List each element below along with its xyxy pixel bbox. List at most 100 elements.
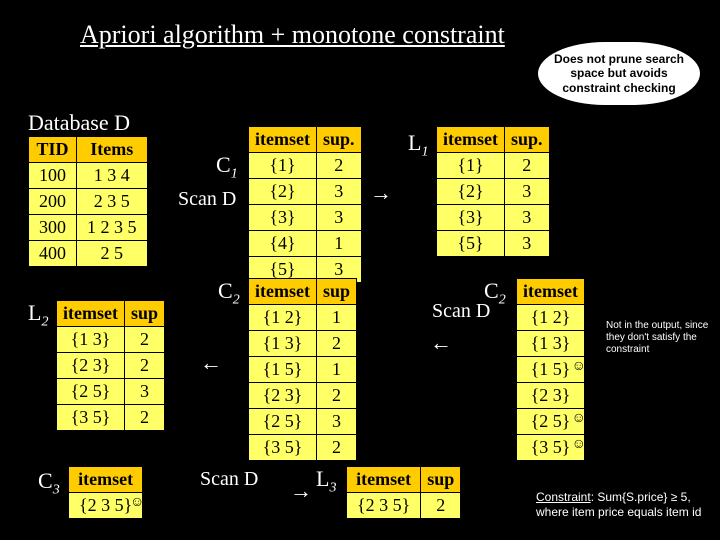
label-scand-1: Scan D <box>178 188 236 211</box>
table-cell: {1 2} <box>249 305 317 331</box>
table-row: {1 5}1 <box>249 357 357 383</box>
arrow-icon: ← <box>200 350 222 376</box>
table-cell: {1 5} <box>517 357 585 383</box>
table-cell: {3 5} <box>517 435 585 461</box>
table-c1: itemsetsup.{1}2{2}3{3}3{4}1{5}3 <box>248 126 362 283</box>
table-cell: {2} <box>437 179 505 205</box>
table-cell: {2} <box>249 179 317 205</box>
label-c1: C1 <box>216 152 238 182</box>
table-cell: 3 <box>504 205 549 231</box>
table-cell: {2 3 5} <box>69 493 143 519</box>
table-row: {2 3 5} <box>69 493 143 519</box>
label-l1: L1 <box>408 130 428 160</box>
database-label: Database D <box>28 110 130 136</box>
table-cell: {1 5} <box>249 357 317 383</box>
table-row: {1 3}2 <box>249 331 357 357</box>
table-cell: 3 <box>316 179 361 205</box>
table-cell: 3 <box>504 179 549 205</box>
table-cell: 2 <box>316 153 361 179</box>
table-cell: 3 <box>124 379 164 405</box>
label-c3: C3 <box>38 468 60 498</box>
constraint-text: Constraint: Sum{S.price} ≥ 5, where item… <box>536 490 716 520</box>
table-row: {1 2}1 <box>249 305 357 331</box>
page-title: Apriori algorithm + monotone constraint <box>80 20 505 50</box>
table-cell: 400 <box>29 241 77 267</box>
table-cell: {3 5} <box>57 405 125 431</box>
table-cell: {1} <box>249 153 317 179</box>
table-row: {3 5} <box>517 435 585 461</box>
table-cell: 200 <box>29 189 77 215</box>
table-row: 2002 3 5 <box>29 189 148 215</box>
table-row: {3 5}2 <box>249 435 357 461</box>
table-row: {4}1 <box>249 231 362 257</box>
table-cell: {2 3} <box>517 383 585 409</box>
table-cell: 2 <box>124 405 164 431</box>
table-cell: 2 <box>124 327 164 353</box>
table-cell: {3 5} <box>249 435 317 461</box>
col-header: itemset <box>69 467 143 493</box>
table-row: {2 5}3 <box>57 379 165 405</box>
col-header: itemset <box>57 301 125 327</box>
table-row: {5}3 <box>437 231 550 257</box>
table-cell: 2 5 <box>77 241 148 267</box>
table-cell: 1 3 4 <box>77 163 148 189</box>
table-cell: 1 <box>316 231 361 257</box>
table-cell: 2 <box>124 353 164 379</box>
table-l1: itemsetsup.{1}2{2}3{3}3{5}3 <box>436 126 550 257</box>
table-cell: 1 2 3 5 <box>77 215 148 241</box>
table-row: {3 5}2 <box>57 405 165 431</box>
table-cell: {5} <box>437 231 505 257</box>
table-cell: {2 5} <box>517 409 585 435</box>
table-row: {3}3 <box>249 205 362 231</box>
table-row: {2 3}2 <box>249 383 357 409</box>
col-header: itemset <box>347 467 421 493</box>
table-row: {2 3} <box>517 383 585 409</box>
label-scand-3: Scan D <box>200 468 258 491</box>
table-cell: {2 5} <box>57 379 125 405</box>
col-header: sup. <box>504 127 549 153</box>
table-row: {2 3}2 <box>57 353 165 379</box>
table-cell: {1 3} <box>517 331 585 357</box>
table-cell: {1} <box>437 153 505 179</box>
table-cell: {1 2} <box>517 305 585 331</box>
col-header: itemset <box>249 279 317 305</box>
table-l2: itemsetsup{1 3}2{2 3}2{2 5}3{3 5}2 <box>56 300 165 431</box>
col-header: Items <box>77 137 148 163</box>
table-cell: 300 <box>29 215 77 241</box>
table-row: {2 3 5}2 <box>347 493 461 519</box>
table-cell: {2 3 5} <box>347 493 421 519</box>
table-cell: 3 <box>316 409 356 435</box>
table-cell: {1 3} <box>57 327 125 353</box>
table-cell: {2 5} <box>249 409 317 435</box>
col-header: sup <box>316 279 356 305</box>
table-row: 1001 3 4 <box>29 163 148 189</box>
table-cell: {2 3} <box>249 383 317 409</box>
table-cell: {4} <box>249 231 317 257</box>
table-cell: 3 <box>316 205 361 231</box>
table-row: {3}3 <box>437 205 550 231</box>
table-row: {1 5} <box>517 357 585 383</box>
arrow-icon: → <box>370 180 392 206</box>
col-header: sup. <box>316 127 361 153</box>
label-l3: L3 <box>316 466 336 496</box>
table-l3: itemsetsup{2 3 5}2 <box>346 466 461 519</box>
table-row: {1 2} <box>517 305 585 331</box>
table-row: {2}3 <box>249 179 362 205</box>
label-l2: L2 <box>28 300 48 330</box>
col-header: sup <box>421 467 461 493</box>
arrow-icon: ← <box>430 330 452 356</box>
side-note: Not in the output, since they don't sati… <box>606 320 716 356</box>
table-cell: {2 3} <box>57 353 125 379</box>
table-cell: {1 3} <box>249 331 317 357</box>
constraint-label: Constraint <box>536 490 591 504</box>
table-row: {1}2 <box>249 153 362 179</box>
col-header: itemset <box>249 127 317 153</box>
col-header: sup <box>124 301 164 327</box>
table-cell: {3} <box>437 205 505 231</box>
table-cell: 2 <box>316 331 356 357</box>
table-row: {1 3}2 <box>57 327 165 353</box>
table-cell: 1 <box>316 357 356 383</box>
table-row: 3001 2 3 5 <box>29 215 148 241</box>
table-cell: 2 <box>316 383 356 409</box>
table-row: {2}3 <box>437 179 550 205</box>
